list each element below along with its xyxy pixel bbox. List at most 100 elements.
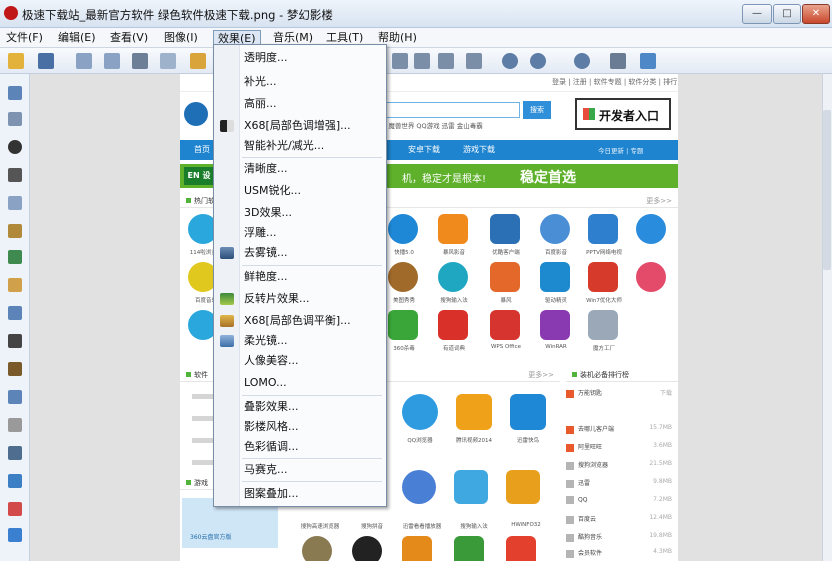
menu-option-3d-effect[interactable]: 3D效果... <box>244 205 292 221</box>
landscape-tool-icon[interactable] <box>8 250 22 264</box>
app-label: WPS Office <box>490 344 522 350</box>
menu-option-highlight[interactable]: 高丽... <box>244 96 277 112</box>
camera-tool-icon[interactable] <box>8 334 22 348</box>
menu-option-color-cycle[interactable]: 色彩循调... <box>244 439 299 455</box>
menu-option-usm-sharpen[interactable]: USM锐化... <box>244 183 301 199</box>
pointer-tool-icon[interactable] <box>8 86 22 100</box>
frame-tool-icon[interactable] <box>8 196 22 210</box>
menu-option-studio-style[interactable]: 影楼风格... <box>244 419 299 435</box>
zoom-in-icon[interactable] <box>502 53 518 69</box>
section-soft-label: 软件 <box>194 371 208 379</box>
menu-option-pattern-overlay[interactable]: 图案叠加... <box>244 486 299 502</box>
download-tool-icon[interactable] <box>8 390 22 404</box>
rank-item: QQ 7.2MB <box>566 496 674 509</box>
rank-number-icon <box>566 496 574 504</box>
home-icon[interactable] <box>610 53 626 69</box>
window-tool-icon[interactable] <box>8 306 22 320</box>
developer-entry-button: 开发者入口 <box>575 98 671 130</box>
minimize-button[interactable]: — <box>742 4 772 24</box>
app-icon <box>454 536 484 561</box>
app-label: 暴风影音 <box>442 250 465 256</box>
section-game-label: 游戏 <box>194 479 208 487</box>
menu-option-emboss[interactable]: 浮雕... <box>244 225 277 241</box>
menu-option-soft-light[interactable]: 柔光镜... <box>244 333 288 349</box>
maximize-button[interactable]: □ <box>773 4 801 24</box>
effects-tool-icon[interactable] <box>8 502 22 516</box>
levels-tool-icon[interactable] <box>8 168 22 182</box>
tool-sidebar <box>0 74 30 561</box>
filter-tool-icon[interactable] <box>8 446 22 460</box>
search-icon[interactable] <box>574 53 590 69</box>
menu-option-overlay[interactable]: 叠影效果... <box>244 399 299 415</box>
menu-image[interactable]: 图像(I) <box>160 30 202 46</box>
menu-option-local-tone-balance[interactable]: X68[局部色调平衡]... <box>244 313 351 329</box>
grid-tool-icon[interactable] <box>8 528 22 542</box>
app-label: WinRAR <box>545 344 567 350</box>
crop-icon[interactable] <box>132 53 148 69</box>
gradient-tool-icon[interactable] <box>8 418 22 432</box>
app-icon <box>352 536 382 561</box>
effects-dropdown-menu: 透明度... 补光... 高丽... X68[局部色调增强]... 智能补光/减… <box>213 44 387 507</box>
section-more-link: 更多>> <box>646 197 672 205</box>
rank-item: 搜狗浏览器 21.5MB <box>566 460 674 473</box>
rank-number-icon <box>566 443 574 452</box>
menu-option-sharpness[interactable]: 清晰度... <box>244 161 288 177</box>
banner-text: 机，稳定才是根本! <box>402 174 487 185</box>
app-label: HWiNFO32 <box>511 522 541 528</box>
menu-option-defog[interactable]: 去雾镜... <box>244 245 288 261</box>
select-tool-icon[interactable] <box>8 112 22 126</box>
banner-headline: 稳定首选 <box>520 170 576 186</box>
menu-option-lomo[interactable]: LOMO... <box>244 375 287 391</box>
open-folder-icon[interactable] <box>8 53 24 69</box>
screen-icon[interactable] <box>640 53 656 69</box>
brush-tool-icon[interactable] <box>8 224 22 238</box>
menu-edit[interactable]: 编辑(E) <box>54 30 100 46</box>
menu-option-mosaic[interactable]: 马赛克... <box>244 462 288 478</box>
promo-label: 360云盘官方版 <box>190 534 232 541</box>
app-icon <box>510 394 546 430</box>
app-icon <box>438 262 468 292</box>
app-label: 搜狗输入法 <box>440 298 468 304</box>
app-window: 极速下载站_最新官方软件 绿色软件极速下载.png - 梦幻影楼 — □ ✕ 文… <box>0 0 832 561</box>
menu-bar: 文件(F) 编辑(E) 查看(V) 图像(I) 效果(E) 音乐(M) 工具(T… <box>0 28 832 48</box>
rank-item: 阿里旺旺 3.6MB <box>566 442 674 455</box>
app-icon <box>456 394 492 430</box>
align-icon[interactable] <box>414 53 430 69</box>
menu-separator <box>242 265 382 266</box>
menu-option-smart-light[interactable]: 智能补光/减光... <box>244 138 324 154</box>
menu-view[interactable]: 查看(V) <box>106 30 152 46</box>
resize-tool-icon[interactable] <box>8 278 22 292</box>
triangle-tool-icon[interactable] <box>8 474 22 488</box>
app-label: 驱动精灵 <box>544 298 567 304</box>
menu-option-vibrance[interactable]: 鲜艳度... <box>244 269 288 285</box>
defog-icon <box>220 247 234 259</box>
paste-icon[interactable] <box>190 53 206 69</box>
save-icon[interactable] <box>38 53 54 69</box>
photo-tool-icon[interactable] <box>8 362 22 376</box>
app-icon <box>454 470 488 504</box>
close-button[interactable]: ✕ <box>802 4 830 24</box>
zoom-out-icon[interactable] <box>530 53 546 69</box>
scrollbar-thumb[interactable] <box>823 110 831 270</box>
menu-file[interactable]: 文件(F) <box>2 30 47 46</box>
section-rank-header: 装机必备排行榜 <box>566 368 678 382</box>
menu-option-local-tone-enhance[interactable]: X68[局部色调增强]... <box>244 118 351 134</box>
menu-option-transparency[interactable]: 透明度... <box>244 50 288 66</box>
app-icon <box>588 310 618 340</box>
contrast-tool-icon[interactable] <box>8 140 22 154</box>
rotate-right-icon[interactable] <box>466 53 482 69</box>
app-icon <box>506 470 540 504</box>
menu-option-reversal-film[interactable]: 反转片效果... <box>244 291 310 307</box>
app-icon <box>490 310 520 340</box>
flip-horizontal-icon[interactable] <box>392 53 408 69</box>
app-icon <box>540 214 570 244</box>
redo-icon[interactable] <box>104 53 120 69</box>
app-icon <box>540 310 570 340</box>
undo-icon[interactable] <box>76 53 92 69</box>
rotate-left-icon[interactable] <box>438 53 454 69</box>
menu-option-portrait-beauty[interactable]: 人像美容... <box>244 353 299 369</box>
copy-icon[interactable] <box>160 53 176 69</box>
menu-option-fill-light[interactable]: 补光... <box>244 74 277 90</box>
app-icon <box>438 310 468 340</box>
app-icon <box>636 262 666 292</box>
